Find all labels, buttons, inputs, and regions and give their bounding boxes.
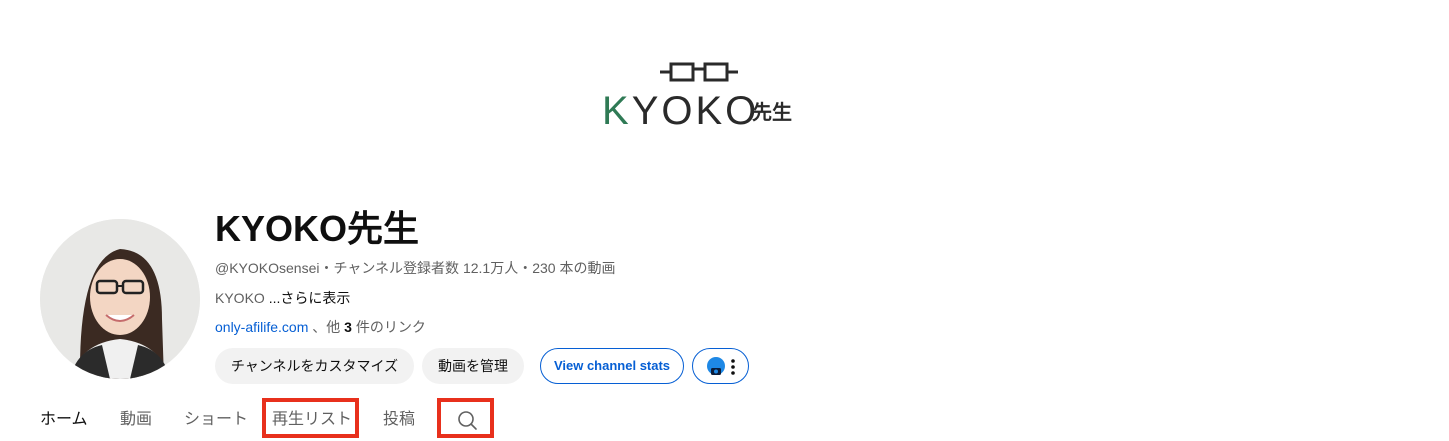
glasses-icon [660,62,738,82]
description-text: KYOKO [215,290,265,306]
banner-logo-sensei: 先生 [752,102,792,124]
manage-videos-button[interactable]: 動画を管理 [422,348,524,384]
channel-description[interactable]: KYOKO ...さらに表示 [215,288,350,308]
channel-link[interactable]: only-afilife.com [215,319,308,335]
search-icon [458,411,477,430]
customize-channel-button[interactable]: チャンネルをカスタマイズ [215,348,414,384]
tab-videos[interactable]: 動画 [120,408,152,432]
avatar[interactable] [40,219,200,379]
channel-options-button[interactable] [692,348,749,384]
tab-home[interactable]: ホーム [40,408,88,432]
links-count[interactable]: 3 [344,319,352,335]
banner-logo-k: K [602,89,632,133]
tab-search[interactable] [455,408,479,432]
tab-playlists[interactable]: 再生リスト [272,408,352,432]
banner-logo-rest: YOKO [631,89,760,133]
show-more-link[interactable]: ...さらに表示 [269,290,351,306]
channel-meta: @KYOKOsensei・チャンネル登録者数 12.1万人・230 本の動画 [215,260,616,276]
links-suffix-pre: 、他 [312,319,345,335]
channel-banner: KYOKO 先生 [0,0,1449,175]
banner-logo-text: KYOKO [602,88,759,134]
tab-posts[interactable]: 投稿 [383,408,415,432]
more-vert-icon [731,359,735,375]
avatar-photo [40,219,200,379]
channel-name: KYOKO先生 [215,208,420,249]
channel-links: only-afilife.com 、他 3 件のリンク [215,317,426,337]
tab-shorts[interactable]: ショート [184,408,248,432]
camera-icon [707,357,725,375]
links-suffix-post[interactable]: 件のリンク [352,319,426,335]
view-channel-stats-button[interactable]: View channel stats [540,348,684,384]
